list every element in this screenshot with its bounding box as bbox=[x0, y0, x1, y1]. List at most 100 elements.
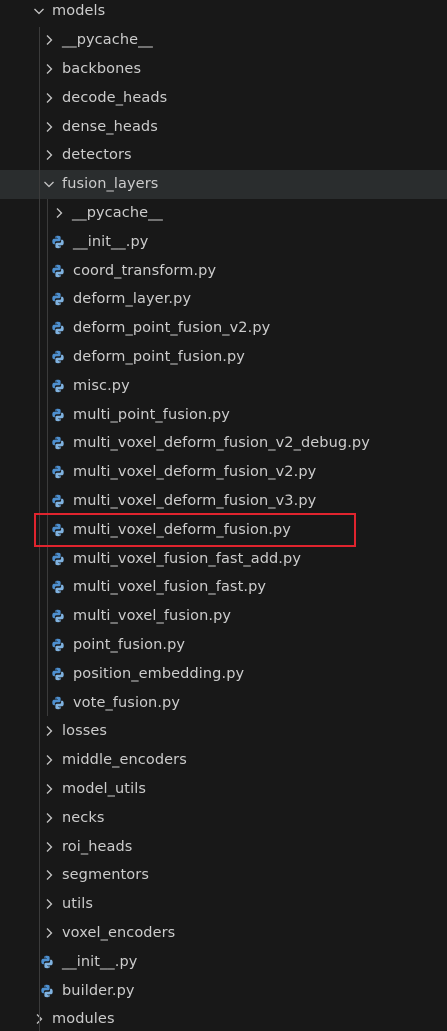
tree-item-file-multi-voxel-deform-fusion-v2-debug[interactable]: multi_voxel_deform_fusion_v2_debug.py bbox=[0, 429, 447, 458]
tree-item-label: deform_layer.py bbox=[73, 291, 192, 308]
python-file-icon bbox=[51, 696, 65, 710]
python-file-icon bbox=[51, 552, 65, 566]
tree-item-label: __pycache__ bbox=[72, 204, 163, 221]
python-file-icon bbox=[51, 667, 65, 681]
python-file-icon bbox=[51, 350, 65, 364]
tree-item-folder-segmentors[interactable]: segmentors bbox=[0, 861, 447, 890]
tree-item-folder-pycache[interactable]: __pycache__ bbox=[0, 26, 447, 55]
tree-item-folder-losses[interactable]: losses bbox=[0, 717, 447, 746]
tree-item-folder-utils[interactable]: utils bbox=[0, 890, 447, 919]
tree-item-label: multi_voxel_deform_fusion_v2_debug.py bbox=[73, 435, 370, 452]
tree-item-label: coord_transform.py bbox=[73, 262, 217, 279]
chevron-right-icon[interactable] bbox=[42, 926, 56, 940]
tree-item-label: backbones bbox=[62, 60, 142, 77]
tree-item-folder-fusion-layers[interactable]: fusion_layers bbox=[0, 169, 447, 199]
indent-guide bbox=[39, 27, 40, 1031]
chevron-right-icon[interactable] bbox=[52, 206, 66, 220]
python-file-icon bbox=[40, 955, 54, 969]
tree-item-file-multi-voxel-fusion-fast-add[interactable]: multi_voxel_fusion_fast_add.py bbox=[0, 544, 447, 573]
tree-item-label: multi_voxel_deform_fusion.py bbox=[73, 521, 291, 538]
tree-item-folder-middle-encoders[interactable]: middle_encoders bbox=[0, 746, 447, 775]
python-file-icon bbox=[51, 638, 65, 652]
tree-item-label: __init__.py bbox=[62, 953, 138, 970]
tree-item-file-multi-voxel-deform-fusion-v3[interactable]: multi_voxel_deform_fusion_v3.py bbox=[0, 487, 447, 516]
chevron-right-icon[interactable] bbox=[42, 62, 56, 76]
chevron-down-icon[interactable] bbox=[32, 4, 46, 18]
chevron-right-icon[interactable] bbox=[42, 782, 56, 796]
tree-item-file-position-embedding[interactable]: position_embedding.py bbox=[0, 659, 447, 688]
python-file-icon bbox=[51, 379, 65, 393]
python-file-icon bbox=[51, 321, 65, 335]
tree-item-label: __pycache__ bbox=[62, 32, 153, 49]
chevron-down-icon[interactable] bbox=[42, 177, 56, 191]
chevron-right-icon[interactable] bbox=[42, 897, 56, 911]
tree-item-label: __init__.py bbox=[73, 233, 149, 250]
tree-item-label: voxel_encoders bbox=[62, 924, 176, 941]
tree-item-file-multi-voxel-fusion-fast[interactable]: multi_voxel_fusion_fast.py bbox=[0, 573, 447, 602]
chevron-right-icon[interactable] bbox=[42, 724, 56, 738]
chevron-right-icon[interactable] bbox=[42, 811, 56, 825]
tree-item-folder-dense-heads[interactable]: dense_heads bbox=[0, 112, 447, 141]
tree-item-folder-detectors[interactable]: detectors bbox=[0, 141, 447, 170]
chevron-right-icon[interactable] bbox=[42, 868, 56, 882]
tree-item-folder-model-utils[interactable]: model_utils bbox=[0, 775, 447, 804]
tree-item-folder-backbones[interactable]: backbones bbox=[0, 55, 447, 84]
tree-item-file-coord-transform[interactable]: coord_transform.py bbox=[0, 256, 447, 285]
tree-item-file-multi-point-fusion[interactable]: multi_point_fusion.py bbox=[0, 400, 447, 429]
tree-item-label: segmentors bbox=[62, 867, 149, 884]
tree-item-file-deform-layer[interactable]: deform_layer.py bbox=[0, 285, 447, 314]
tree-item-label: deform_point_fusion_v2.py bbox=[73, 320, 271, 337]
tree-item-file-builder[interactable]: builder.py bbox=[0, 976, 447, 1005]
tree-item-file-point-fusion[interactable]: point_fusion.py bbox=[0, 631, 447, 660]
tree-item-label: modules bbox=[52, 1011, 115, 1028]
tree-item-folder-necks[interactable]: necks bbox=[0, 803, 447, 832]
tree-item-folder-voxel-encoders[interactable]: voxel_encoders bbox=[0, 919, 447, 948]
tree-item-file-misc[interactable]: misc.py bbox=[0, 371, 447, 400]
tree-item-file-multi-voxel-deform-fusion[interactable]: multi_voxel_deform_fusion.py bbox=[0, 515, 447, 544]
chevron-right-icon[interactable] bbox=[42, 120, 56, 134]
tree-item-label: builder.py bbox=[62, 982, 135, 999]
tree-item-file-multi-voxel-fusion[interactable]: multi_voxel_fusion.py bbox=[0, 602, 447, 631]
tree-item-label: detectors bbox=[62, 147, 132, 164]
tree-item-folder-models[interactable]: models bbox=[0, 0, 447, 26]
tree-item-file-vote-fusion[interactable]: vote_fusion.py bbox=[0, 688, 447, 717]
tree-item-folder-pycache[interactable]: __pycache__ bbox=[0, 199, 447, 228]
chevron-right-icon[interactable] bbox=[42, 91, 56, 105]
tree-item-folder-roi-heads[interactable]: roi_heads bbox=[0, 832, 447, 861]
python-file-icon bbox=[51, 609, 65, 623]
tree-item-label: multi_point_fusion.py bbox=[73, 406, 230, 423]
tree-item-file-multi-voxel-deform-fusion-v2[interactable]: multi_voxel_deform_fusion_v2.py bbox=[0, 458, 447, 487]
python-file-icon bbox=[40, 984, 54, 998]
tree-item-label: utils bbox=[62, 896, 93, 913]
tree-item-label: middle_encoders bbox=[62, 752, 187, 769]
python-file-icon bbox=[51, 264, 65, 278]
python-file-icon bbox=[51, 523, 65, 537]
tree-item-label: point_fusion.py bbox=[73, 636, 186, 653]
tree-item-file-init[interactable]: __init__.py bbox=[0, 227, 447, 256]
chevron-right-icon[interactable] bbox=[42, 753, 56, 767]
python-file-icon bbox=[51, 580, 65, 594]
tree-item-label: roi_heads bbox=[62, 838, 133, 855]
tree-item-file-deform-point-fusion-v2[interactable]: deform_point_fusion_v2.py bbox=[0, 314, 447, 343]
python-file-icon bbox=[51, 465, 65, 479]
indent-guide bbox=[47, 199, 48, 716]
tree-item-label: multi_voxel_fusion_fast.py bbox=[73, 579, 267, 596]
tree-item-label: vote_fusion.py bbox=[73, 694, 181, 711]
tree-item-label: decode_heads bbox=[62, 89, 168, 106]
python-file-icon bbox=[51, 436, 65, 450]
tree-item-label: multi_voxel_fusion.py bbox=[73, 608, 232, 625]
chevron-right-icon[interactable] bbox=[42, 840, 56, 854]
tree-item-file-deform-point-fusion[interactable]: deform_point_fusion.py bbox=[0, 343, 447, 372]
chevron-right-icon[interactable] bbox=[42, 33, 56, 47]
tree-item-label: deform_point_fusion.py bbox=[73, 348, 245, 365]
tree-item-folder-decode-heads[interactable]: decode_heads bbox=[0, 83, 447, 112]
tree-item-folder-modules[interactable]: modules bbox=[0, 1005, 447, 1031]
tree-item-label: model_utils bbox=[62, 780, 146, 797]
tree-item-label: fusion_layers bbox=[62, 176, 159, 193]
tree-item-label: multi_voxel_fusion_fast_add.py bbox=[73, 550, 302, 567]
tree-item-label: models bbox=[52, 3, 106, 20]
tree-item-label: position_embedding.py bbox=[73, 665, 245, 682]
chevron-right-icon[interactable] bbox=[42, 148, 56, 162]
tree-item-file-init[interactable]: __init__.py bbox=[0, 947, 447, 976]
tree-item-label: losses bbox=[62, 723, 108, 740]
